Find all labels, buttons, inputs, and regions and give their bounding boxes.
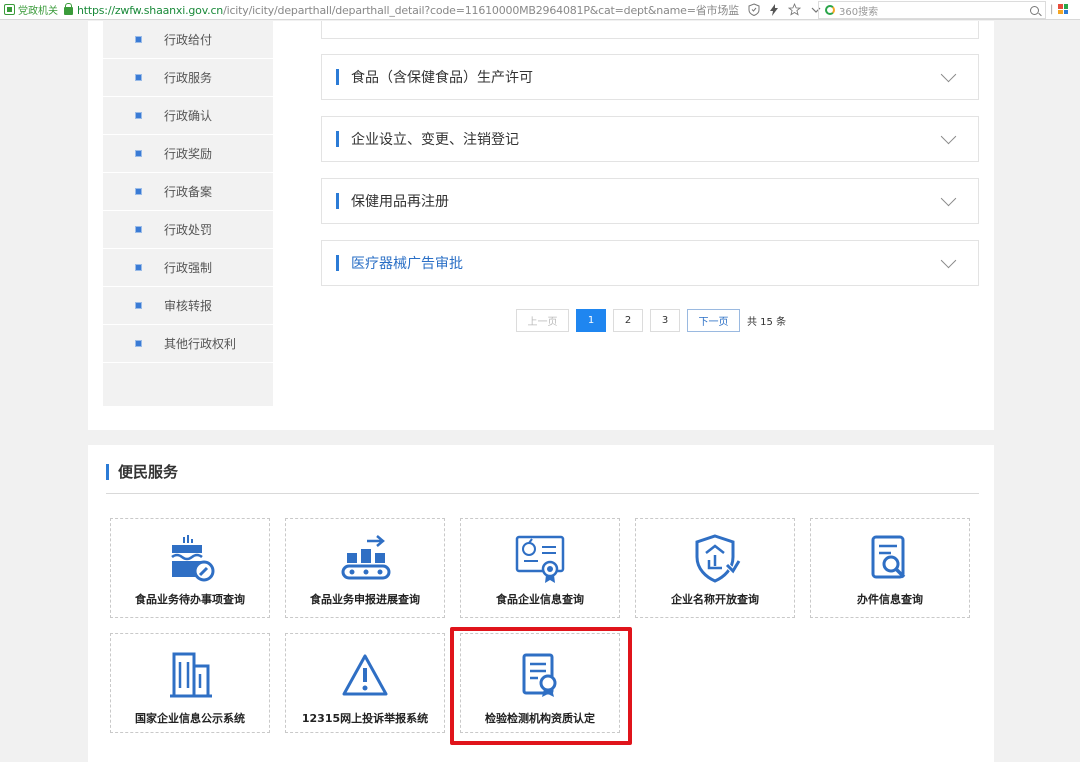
service-card-enterprise-name[interactable]: 企业名称开放查询 xyxy=(635,518,795,618)
section-title: 便民服务 xyxy=(118,463,179,481)
sidebar-item-label: 行政备案 xyxy=(164,185,213,199)
service-label: 国家企业信息公示系统 xyxy=(135,712,245,725)
accordion-title: 医疗器械广告审批 xyxy=(351,256,463,272)
prev-page-button[interactable]: 上一页 xyxy=(516,309,569,332)
address-actions xyxy=(748,3,821,16)
sidebar-item-administrative-service[interactable]: 行政服务 xyxy=(103,59,273,97)
url-text[interactable]: https://zwfw.shaanxi.gov.cn/icity/icity/… xyxy=(77,2,739,18)
accordion-title: 食品（含保健食品）生产许可 xyxy=(351,70,533,86)
section-header: 便民服务 xyxy=(106,461,178,482)
bullet-icon xyxy=(135,74,142,81)
service-label: 企业名称开放查询 xyxy=(671,593,759,606)
category-sidebar: 行政给付 行政服务 行政确认 行政奖励 行政备案 行政处罚 行政强制 审核转报 … xyxy=(103,21,273,406)
sidebar-item-label: 审核转报 xyxy=(164,299,213,313)
search-icon[interactable] xyxy=(1030,5,1039,15)
star-icon[interactable] xyxy=(788,3,801,16)
department-items-panel: 行政给付 行政服务 行政确认 行政奖励 行政备案 行政处罚 行政强制 审核转报 … xyxy=(88,21,994,430)
accordion-title: 保健用品再注册 xyxy=(351,194,449,210)
certificate-icon xyxy=(515,535,565,583)
document-search-icon xyxy=(871,535,906,579)
accordion-title: 企业设立、变更、注销登记 xyxy=(351,132,519,148)
service-card-food-enterprise-info[interactable]: 食品企业信息查询 xyxy=(460,518,620,618)
bullet-icon xyxy=(135,188,142,195)
accordion-item[interactable]: 医疗器械广告审批 xyxy=(321,240,979,286)
service-card-case-info[interactable]: 办件信息查询 xyxy=(810,518,970,618)
total-count: 共 15 条 xyxy=(747,317,787,328)
accordion-item-previous[interactable] xyxy=(321,21,979,39)
warning-icon xyxy=(342,654,388,696)
sidebar-item-label: 行政奖励 xyxy=(164,147,213,161)
bullet-icon xyxy=(135,340,142,347)
pagination: 上一页 1 2 3 下一页 共 15 条 xyxy=(516,309,786,332)
lock-icon xyxy=(64,3,73,15)
sidebar-item-administrative-enforcement[interactable]: 行政强制 xyxy=(103,249,273,287)
sidebar-item-label: 行政强制 xyxy=(164,261,213,275)
chevron-down-icon[interactable] xyxy=(940,252,957,268)
service-card-national-enterprise[interactable]: 国家企业信息公示系统 xyxy=(110,633,270,733)
search-placeholder: 360搜索 xyxy=(839,6,879,18)
service-card-inspection-qualification[interactable]: 检验检测机构资质认定 xyxy=(460,633,620,733)
sidebar-item-label: 行政给付 xyxy=(164,33,213,47)
toolbar-separator: | xyxy=(1050,4,1054,15)
sidebar-item-administrative-penalty[interactable]: 行政处罚 xyxy=(103,211,273,249)
service-label: 12315网上投诉举报系统 xyxy=(301,712,429,725)
360-logo-icon xyxy=(825,5,835,15)
conveyor-progress-icon xyxy=(341,535,391,580)
bullet-icon xyxy=(135,150,142,157)
accent-bar xyxy=(336,69,339,85)
service-label: 办件信息查询 xyxy=(857,593,923,606)
accent-bar xyxy=(336,131,339,147)
browser-search-box[interactable]: 360搜索 xyxy=(818,1,1046,19)
government-badge-icon xyxy=(4,4,15,15)
divider xyxy=(106,493,979,494)
accent-bar xyxy=(336,193,339,209)
service-card-food-progress[interactable]: 食品业务申报进展查询 xyxy=(285,518,445,618)
accent-bar xyxy=(336,255,339,271)
address-field[interactable]: 党政机关 https://zwfw.shaanxi.gov.cn/icity/i… xyxy=(0,0,740,20)
lightning-icon[interactable] xyxy=(770,3,778,16)
sidebar-item-administrative-confirmation[interactable]: 行政确认 xyxy=(103,97,273,135)
shield-check-icon[interactable] xyxy=(748,3,760,16)
accordion-item[interactable]: 企业设立、变更、注销登记 xyxy=(321,116,979,162)
chevron-down-icon[interactable] xyxy=(940,66,957,82)
bullet-icon xyxy=(135,302,142,309)
page-button-2[interactable]: 2 xyxy=(613,309,643,332)
bullet-icon xyxy=(135,112,142,119)
building-icon xyxy=(170,652,212,698)
sidebar-item-administrative-award[interactable]: 行政奖励 xyxy=(103,135,273,173)
service-label: 食品业务待办事项查询 xyxy=(135,593,245,606)
page-button-1[interactable]: 1 xyxy=(576,309,606,332)
shield-enterprise-icon xyxy=(695,534,741,583)
convenience-services-panel: 便民服务 食品业务待办事项查询 食品业务申报进展查询 食品企业信息查询 企业名称… xyxy=(88,445,994,762)
chevron-down-icon[interactable] xyxy=(940,128,957,144)
security-label: 党政机关 xyxy=(18,6,58,17)
sidebar-item-label: 其他行政权利 xyxy=(164,337,237,351)
accent-bar xyxy=(106,463,109,480)
service-card-12315-complaint[interactable]: 12315网上投诉举报系统 xyxy=(285,633,445,733)
bullet-icon xyxy=(135,264,142,271)
browser-address-bar: 党政机关 https://zwfw.shaanxi.gov.cn/icity/i… xyxy=(0,0,1080,20)
bullet-icon xyxy=(135,36,142,43)
sidebar-item-label: 行政服务 xyxy=(164,71,213,85)
apps-grid-icon[interactable] xyxy=(1058,4,1068,14)
service-label: 食品企业信息查询 xyxy=(496,593,584,606)
sidebar-item-administrative-filing[interactable]: 行政备案 xyxy=(103,173,273,211)
sidebar-item-review-referral[interactable]: 审核转报 xyxy=(103,287,273,325)
sidebar-item-label: 行政确认 xyxy=(164,109,213,123)
sidebar-item-other-powers[interactable]: 其他行政权利 xyxy=(103,325,273,363)
chevron-down-icon[interactable] xyxy=(940,190,957,206)
sidebar-item-label: 行政处罚 xyxy=(164,223,213,237)
sidebar-item-administrative-payment[interactable]: 行政给付 xyxy=(103,21,273,59)
food-todo-icon xyxy=(171,535,215,582)
service-label: 检验检测机构资质认定 xyxy=(485,712,595,725)
service-card-food-todo[interactable]: 食品业务待办事项查询 xyxy=(110,518,270,618)
page-button-3[interactable]: 3 xyxy=(650,309,680,332)
next-page-button[interactable]: 下一页 xyxy=(687,309,740,332)
service-label: 食品业务申报进展查询 xyxy=(310,593,420,606)
certified-document-icon xyxy=(522,653,557,697)
accordion-item[interactable]: 食品（含保健食品）生产许可 xyxy=(321,54,979,100)
bullet-icon xyxy=(135,226,142,233)
accordion-item[interactable]: 保健用品再注册 xyxy=(321,178,979,224)
